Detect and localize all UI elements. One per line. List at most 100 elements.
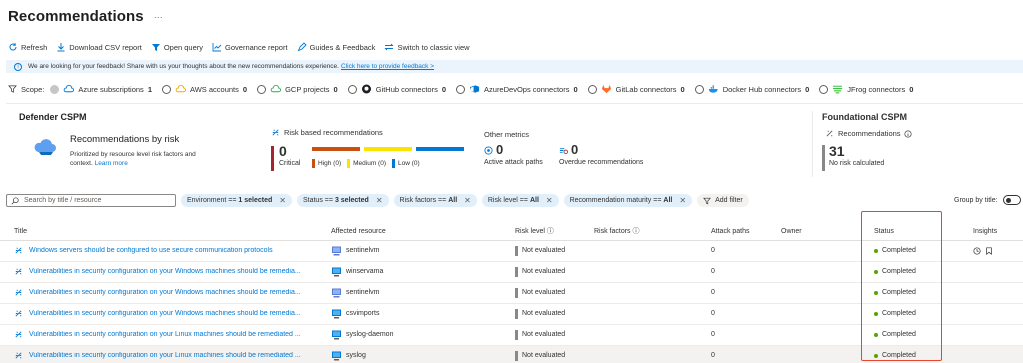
table-row[interactable]: Vulnerabilities in security configuratio… [0,261,1023,283]
low-legend: Low (0) [392,159,420,168]
cell-insights [959,345,1023,363]
scope-dockerhub[interactable]: Docker Hub connectors 0 [694,84,809,94]
risk-level-text: Not evaluated [522,352,566,359]
col-status[interactable]: Status [860,223,959,241]
recommendation-link[interactable]: Vulnerabilities in security configuratio… [14,267,317,276]
risk-level-text: Not evaluated [522,247,566,254]
remove-filter-icon[interactable]: ✕ [279,196,286,205]
filter-status[interactable]: Status == 3 selected ✕ [296,194,389,207]
active-attack-paths[interactable]: 0 Active attack paths [484,143,543,167]
table-row[interactable]: Windows servers should be configured to … [0,240,1023,262]
toolbar: Refresh Download CSV report Open query G… [8,41,479,53]
table-row[interactable]: Vulnerabilities in security configuratio… [0,282,1023,304]
recommendation-link[interactable]: Vulnerabilities in security configuratio… [14,309,317,318]
search-placeholder: Search by title / resource [24,197,102,204]
rbr-desc-text: Prioritized by resource level risk facto… [70,151,196,167]
high-legend: High (0) [312,159,341,168]
overdue-recommendations[interactable]: 0 Overdue recommendations [559,143,643,167]
cell-risk-factors [580,324,697,346]
cell-attack-paths: 0 [697,303,767,325]
bookmark-icon[interactable] [985,246,993,255]
table-row[interactable]: Vulnerabilities in security configuratio… [0,345,1023,363]
recommendation-link[interactable]: Vulnerabilities in security configuratio… [14,330,317,339]
governance-report-button[interactable]: Governance report [212,42,288,52]
vm-icon [332,288,341,297]
scope-aws[interactable]: AWS accounts 0 [161,84,247,94]
recommendation-link[interactable]: Vulnerabilities in security configuratio… [14,288,317,297]
scope-jfrog[interactable]: JFrog connectors 0 [819,84,913,94]
download-csv-button[interactable]: Download CSV report [56,42,142,52]
open-query-button[interactable]: Open query [151,42,203,52]
cell-title[interactable]: Vulnerabilities in security configuratio… [0,282,317,304]
guides-feedback-button[interactable]: Guides & Feedback [297,42,375,52]
risk-based-recommendations-title: Risk based recommendations [271,128,383,137]
col-owner[interactable]: Owner [767,223,860,241]
scope-github[interactable]: GitHub connectors 0 [347,84,446,94]
scope-gitlab-label: GitLab connectors [615,84,677,94]
jfrog-radio[interactable] [819,84,829,94]
resource-name: sentinelvm [346,247,380,254]
status-dot [874,311,878,316]
group-by-toggle[interactable] [1002,195,1021,205]
gcp-radio[interactable] [257,84,267,94]
gcp-cloud-icon [270,84,282,93]
status-text: Completed [882,352,916,359]
remove-filter-icon[interactable]: ✕ [464,196,471,205]
low-bar [416,147,464,151]
refresh-label: Refresh [21,42,48,52]
recommendation-icon [15,310,22,317]
col-insights[interactable]: Insights [959,223,1023,241]
clock-icon[interactable] [973,246,981,255]
table-row[interactable]: Vulnerabilities in security configuratio… [0,303,1023,325]
remove-filter-icon[interactable]: ✕ [546,196,553,205]
cell-owner [767,345,860,363]
col-affected-resource[interactable]: Affected resource [317,223,501,241]
more-options-icon[interactable]: ··· [154,12,163,22]
refresh-button[interactable]: Refresh [8,42,47,52]
scope-azure[interactable]: Azure subscriptions 1 [50,84,152,94]
recommendation-title: Vulnerabilities in security configuratio… [29,268,301,275]
info-icon[interactable]: ⓘ [633,228,640,235]
scope-azuredevops[interactable]: AzureDevOps connectors 0 [456,84,578,94]
filter-risk-level[interactable]: Risk level == All ✕ [481,194,559,207]
filter-recommendation-maturity[interactable]: Recommendation maturity == All ✕ [563,194,693,207]
github-radio[interactable] [347,84,357,94]
learn-more-link[interactable]: Learn more [95,160,128,167]
cell-title[interactable]: Vulnerabilities in security configuratio… [0,303,317,325]
scope-gcp[interactable]: GCP projects 0 [257,84,338,94]
recommendation-link[interactable]: Windows servers should be configured to … [14,246,317,255]
aws-radio[interactable] [161,84,171,94]
query-icon [151,44,160,51]
feedback-link[interactable]: Click here to provide feedback > [341,63,434,70]
risk-level-text: Not evaluated [522,331,566,338]
remove-filter-icon[interactable]: ✕ [376,196,383,205]
azuredevops-radio[interactable] [456,84,466,94]
recommendation-link[interactable]: Vulnerabilities in security configuratio… [14,351,317,360]
azure-radio[interactable] [50,84,60,94]
cell-title[interactable]: Vulnerabilities in security configuratio… [0,324,317,346]
col-risk-factors[interactable]: Risk factors ⓘ [580,223,697,241]
info-icon[interactable] [904,129,912,138]
cell-title[interactable]: Vulnerabilities in security configuratio… [0,345,317,363]
col-risk-level[interactable]: Risk level ⓘ [501,223,580,241]
table-row[interactable]: Vulnerabilities in security configuratio… [0,324,1023,346]
switch-icon [384,43,395,51]
filter-risk-factors[interactable]: Risk factors == All ✕ [393,194,477,207]
col-title[interactable]: Title [0,223,317,241]
add-filter-button[interactable]: Add filter [697,194,749,207]
cell-resource: sentinelvm [317,240,501,262]
gitlab-radio[interactable] [587,84,597,94]
remove-filter-icon[interactable]: ✕ [679,196,686,205]
switch-classic-button[interactable]: Switch to classic view [384,42,470,52]
recommendations-cloud-icon [34,139,56,155]
status-text: Completed [882,331,916,338]
search-input[interactable]: Search by title / resource [6,194,176,207]
col-attack-paths[interactable]: Attack paths [697,223,767,241]
info-icon[interactable]: ⓘ [547,228,554,235]
scope-gitlab[interactable]: GitLab connectors 0 [587,84,685,94]
filter-environment[interactable]: Environment == 1 selected ✕ [181,194,292,207]
cell-title[interactable]: Windows servers should be configured to … [0,240,317,262]
cell-risk-level: Not evaluated [501,240,580,262]
dockerhub-radio[interactable] [694,84,704,94]
cell-title[interactable]: Vulnerabilities in security configuratio… [0,261,317,283]
